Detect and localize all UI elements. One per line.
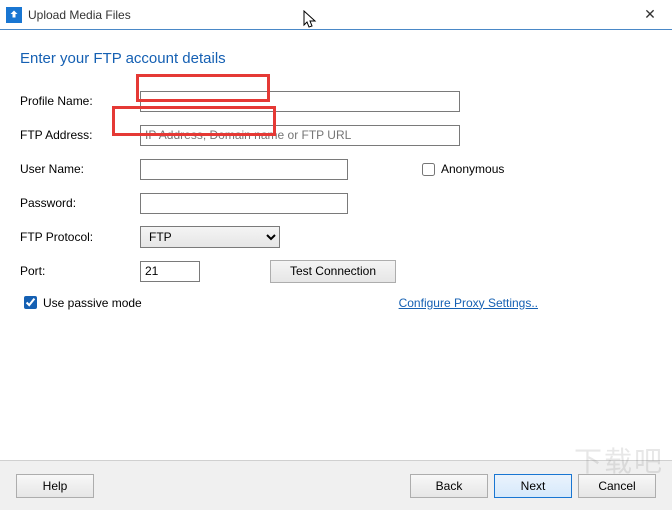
back-button[interactable]: Back [410, 474, 488, 498]
ftp-protocol-select[interactable]: FTP [140, 226, 280, 248]
password-input[interactable] [140, 193, 348, 214]
password-label: Password: [20, 196, 140, 210]
passive-mode-checkbox[interactable] [24, 296, 37, 309]
help-button[interactable]: Help [16, 474, 94, 498]
passive-mode-wrap[interactable]: Use passive mode [20, 293, 142, 312]
configure-proxy-link[interactable]: Configure Proxy Settings.. [399, 296, 538, 310]
page-heading: Enter your FTP account details [20, 50, 652, 67]
content-area: Enter your FTP account details Profile N… [0, 30, 672, 457]
profile-name-input[interactable] [140, 91, 460, 112]
user-name-input[interactable] [140, 159, 348, 180]
anonymous-checkbox-wrap[interactable]: Anonymous [418, 160, 504, 179]
profile-name-label: Profile Name: [20, 94, 140, 108]
next-button[interactable]: Next [494, 474, 572, 498]
ftp-address-input[interactable] [140, 125, 460, 146]
port-label: Port: [20, 264, 140, 278]
close-icon: ✕ [644, 6, 656, 23]
ftp-protocol-label: FTP Protocol: [20, 230, 140, 244]
anonymous-checkbox[interactable] [422, 163, 435, 176]
close-button[interactable]: ✕ [628, 0, 672, 30]
title-bar: Upload Media Files ✕ [0, 0, 672, 30]
cancel-button[interactable]: Cancel [578, 474, 656, 498]
test-connection-button[interactable]: Test Connection [270, 260, 396, 283]
passive-mode-label: Use passive mode [43, 296, 142, 310]
ftp-address-label: FTP Address: [20, 128, 140, 142]
footer-bar: Help Back Next Cancel [0, 460, 672, 510]
port-input[interactable] [140, 261, 200, 282]
user-name-label: User Name: [20, 162, 140, 176]
app-icon [6, 7, 22, 23]
window-title: Upload Media Files [28, 8, 628, 22]
anonymous-label: Anonymous [441, 162, 504, 176]
